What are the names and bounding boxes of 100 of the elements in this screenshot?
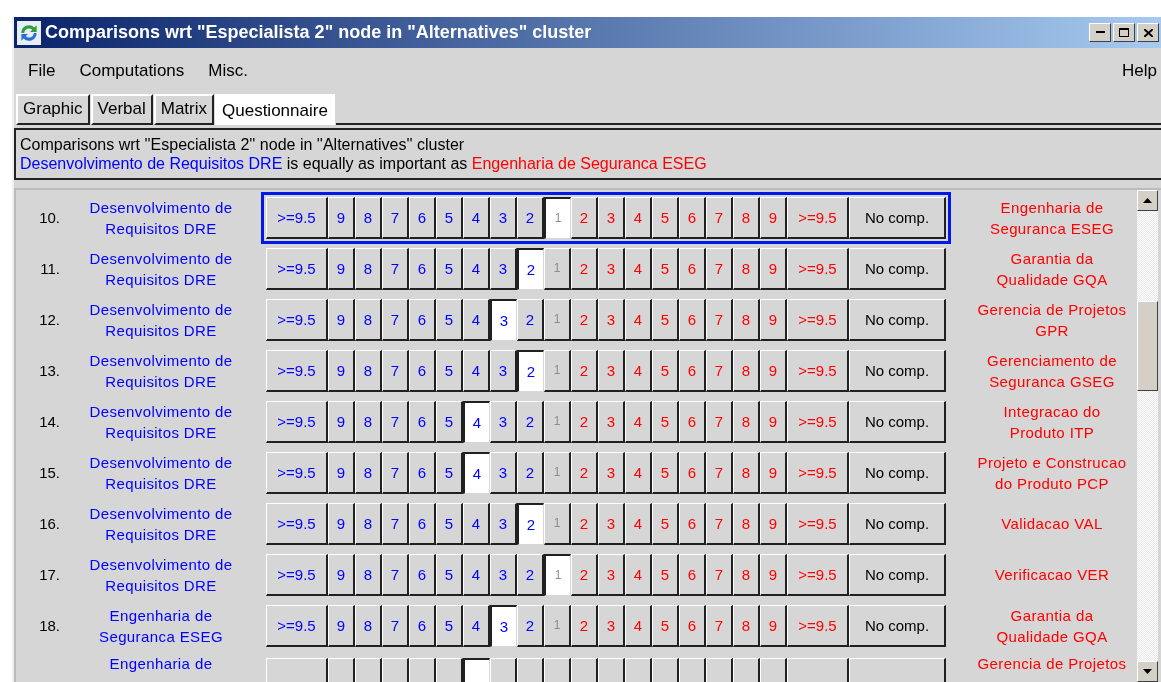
tab[interactable]: Graphic (16, 94, 90, 125)
scale-button[interactable]: 9 (328, 400, 355, 443)
scale-button[interactable]: 4 (463, 247, 490, 290)
scale-button[interactable]: 7 (382, 604, 409, 647)
scale-button[interactable]: 4 (463, 298, 490, 341)
scale-button[interactable]: 9 (328, 247, 355, 290)
scale-button[interactable]: >=9.5 (266, 298, 328, 341)
scale-button[interactable]: >=9.5 (266, 400, 328, 443)
scale-button[interactable]: 2 (517, 400, 544, 443)
scale-button[interactable]: 6 (409, 451, 436, 494)
scale-button[interactable]: 3 (490, 247, 517, 290)
scale-button[interactable]: 3 (490, 502, 517, 545)
scale-button[interactable]: 2 (517, 604, 544, 647)
scroll-thumb[interactable] (1137, 301, 1158, 391)
scale-button[interactable]: 4 (463, 553, 490, 596)
scroll-up-button[interactable] (1137, 190, 1158, 211)
scale-button[interactable]: 4 (463, 400, 490, 443)
scale-button[interactable]: >=9.5 (266, 196, 328, 239)
scale-button[interactable]: 2 (517, 349, 544, 392)
scale-button[interactable]: 2 (517, 451, 544, 494)
scale-button[interactable]: 7 (382, 553, 409, 596)
scale-button[interactable]: 3 (490, 400, 517, 443)
scale-button[interactable]: 5 (436, 196, 463, 239)
scale-button[interactable]: 8 (355, 553, 382, 596)
scale-button[interactable]: 1 (544, 553, 571, 596)
scale-button[interactable]: No comp. (849, 502, 946, 545)
scale-button[interactable]: 8 (355, 298, 382, 341)
scale-button[interactable]: 7 (382, 196, 409, 239)
scale-button[interactable]: 9 (328, 298, 355, 341)
scale-button[interactable]: 5 (436, 451, 463, 494)
scale-button[interactable]: 2 (517, 247, 544, 290)
menu-item[interactable]: Computations (79, 61, 185, 81)
scale-button[interactable]: 2 (517, 553, 544, 596)
scale-button[interactable]: 6 (409, 400, 436, 443)
scale-button[interactable]: 5 (436, 247, 463, 290)
scale-button[interactable]: 4 (463, 502, 490, 545)
scrollbar[interactable] (1137, 190, 1158, 682)
scale-button[interactable]: 6 (409, 349, 436, 392)
scale-button[interactable]: 3 (490, 349, 517, 392)
scale-button[interactable]: 7 (382, 349, 409, 392)
scale-button[interactable]: 8 (355, 247, 382, 290)
scale-button[interactable]: >=9.5 (266, 604, 328, 647)
menu-item[interactable]: Help (1122, 61, 1157, 81)
scroll-down-button[interactable] (1137, 661, 1158, 682)
scale-button[interactable]: 9 (328, 451, 355, 494)
scale-button[interactable]: 6 (409, 196, 436, 239)
scale-button[interactable]: >=9.5 (266, 502, 328, 545)
tab[interactable]: Questionnaire (215, 94, 335, 125)
scale-button[interactable]: 4 (463, 196, 490, 239)
scale-button[interactable]: No comp. (849, 553, 946, 596)
scale-button[interactable]: No comp. (849, 604, 946, 647)
scale-button[interactable]: 5 (436, 298, 463, 341)
scale-button[interactable]: 3 (490, 553, 517, 596)
scale-button[interactable]: No comp. (849, 400, 946, 443)
tab[interactable]: Matrix (153, 94, 214, 125)
scale-button[interactable]: 6 (409, 502, 436, 545)
scale-button[interactable]: 7 (382, 298, 409, 341)
scale-button[interactable]: 8 (355, 196, 382, 239)
scale-button[interactable]: 6 (409, 298, 436, 341)
scale-button[interactable]: 6 (409, 247, 436, 290)
scale-button[interactable]: No comp. (849, 451, 946, 494)
scale-button[interactable]: No comp. (849, 196, 946, 239)
scale-button[interactable]: 3 (490, 196, 517, 239)
menu-item[interactable]: Misc. (208, 61, 248, 81)
scale-button[interactable]: 9 (328, 502, 355, 545)
maximize-button[interactable] (1113, 23, 1135, 42)
scale-button[interactable]: 8 (355, 349, 382, 392)
scale-button[interactable]: 7 (382, 451, 409, 494)
scale-button[interactable]: 4 (463, 451, 490, 494)
scale-button[interactable]: >=9.5 (266, 247, 328, 290)
scale-button[interactable]: 2 (517, 196, 544, 239)
scale-button[interactable]: 5 (436, 349, 463, 392)
scale-button[interactable]: >=9.5 (266, 553, 328, 596)
scale-button[interactable]: No comp. (849, 298, 946, 341)
scale-button[interactable]: 7 (382, 400, 409, 443)
scale-button[interactable]: 5 (436, 400, 463, 443)
scale-button[interactable]: 5 (436, 604, 463, 647)
scale-button[interactable]: 5 (436, 553, 463, 596)
scale-button[interactable]: 3 (490, 604, 517, 647)
scale-button[interactable]: 6 (409, 553, 436, 596)
menu-item[interactable]: File (28, 61, 56, 81)
scale-button[interactable]: 9 (328, 349, 355, 392)
scale-button[interactable]: 7 (382, 502, 409, 545)
scale-button[interactable]: 4 (463, 604, 490, 647)
tab[interactable]: Verbal (90, 94, 153, 125)
scale-button[interactable]: No comp. (849, 247, 946, 290)
scale-button[interactable]: 9 (328, 196, 355, 239)
scale-button[interactable]: No comp. (849, 349, 946, 392)
scale-button[interactable]: 5 (436, 502, 463, 545)
scale-button[interactable]: 7 (382, 247, 409, 290)
scale-button[interactable]: 2 (517, 502, 544, 545)
scale-button[interactable]: 8 (355, 604, 382, 647)
scale-button[interactable]: 2 (517, 298, 544, 341)
scale-button[interactable]: 8 (355, 400, 382, 443)
scale-button[interactable]: 8 (355, 502, 382, 545)
scale-button[interactable]: >=9.5 (266, 349, 328, 392)
scale-button[interactable]: 9 (328, 553, 355, 596)
scale-button[interactable]: 3 (490, 298, 517, 341)
minimize-button[interactable] (1089, 23, 1111, 42)
scale-button[interactable]: 6 (409, 604, 436, 647)
